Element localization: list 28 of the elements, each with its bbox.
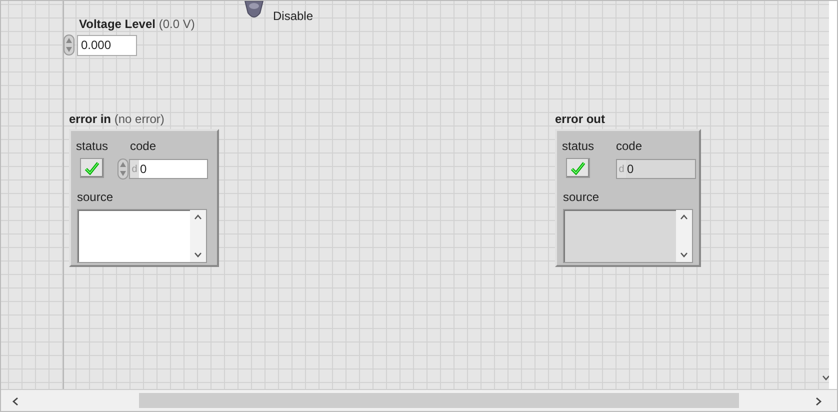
status-label: status (562, 139, 594, 153)
scroll-up-icon[interactable] (680, 214, 688, 220)
scroll-right-icon[interactable] (815, 397, 822, 406)
scrollbar-thumb[interactable] (139, 393, 739, 408)
scroll-down-icon[interactable] (822, 375, 829, 381)
code-field[interactable]: d 0 (129, 159, 208, 179)
code-value: 0 (139, 161, 147, 178)
cluster-label: error in (no error) (69, 112, 164, 126)
status-label: status (76, 139, 108, 153)
code-label: code (616, 139, 642, 153)
scroll-down-icon[interactable] (194, 252, 202, 258)
cluster-label: error out (555, 112, 606, 126)
spinner-icon[interactable] (63, 34, 75, 56)
source-label: source (563, 190, 600, 204)
radix-label: d (617, 160, 626, 178)
code-value: 0 (626, 161, 634, 178)
scroll-down-icon[interactable] (680, 252, 688, 258)
control-label: Voltage Level (0.0 V) (79, 17, 195, 31)
status-indicator[interactable] (80, 158, 104, 178)
radix-label: d (130, 160, 139, 178)
scroll-left-icon[interactable] (12, 397, 19, 406)
code-label: code (130, 139, 156, 153)
source-label: source (77, 190, 114, 204)
scroll-up-icon[interactable] (194, 214, 202, 220)
toggle-switch-icon[interactable] (244, 1, 264, 20)
source-field[interactable] (77, 209, 207, 263)
numeric-field[interactable]: 0.000 (77, 35, 137, 56)
switch-label: Disable (273, 9, 314, 23)
